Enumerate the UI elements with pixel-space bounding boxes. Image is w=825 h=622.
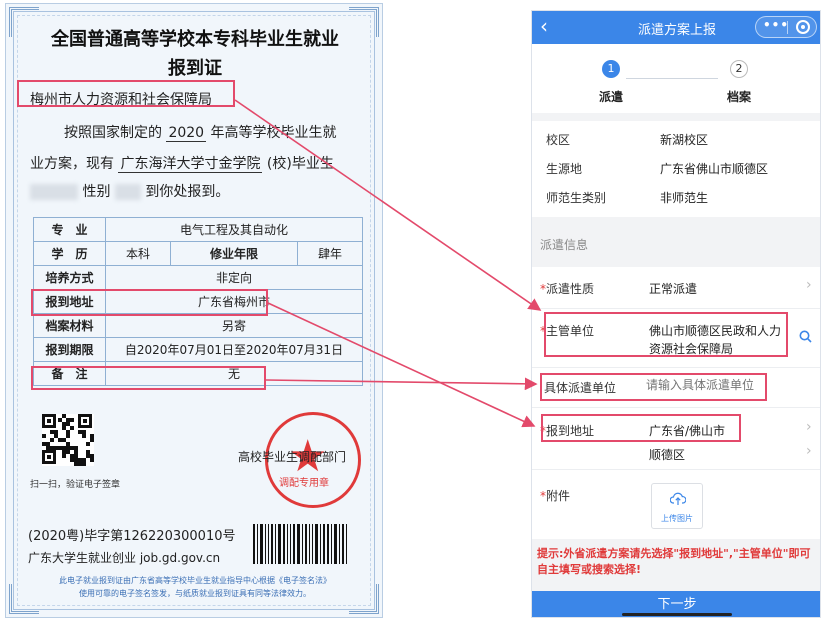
arrow-address-to-report-address [267, 302, 536, 428]
connector-arrows [234, 99, 542, 428]
arrow-remark-to-specific-unit [265, 377, 538, 391]
arrow-recipient-to-supervisor [234, 99, 542, 311]
